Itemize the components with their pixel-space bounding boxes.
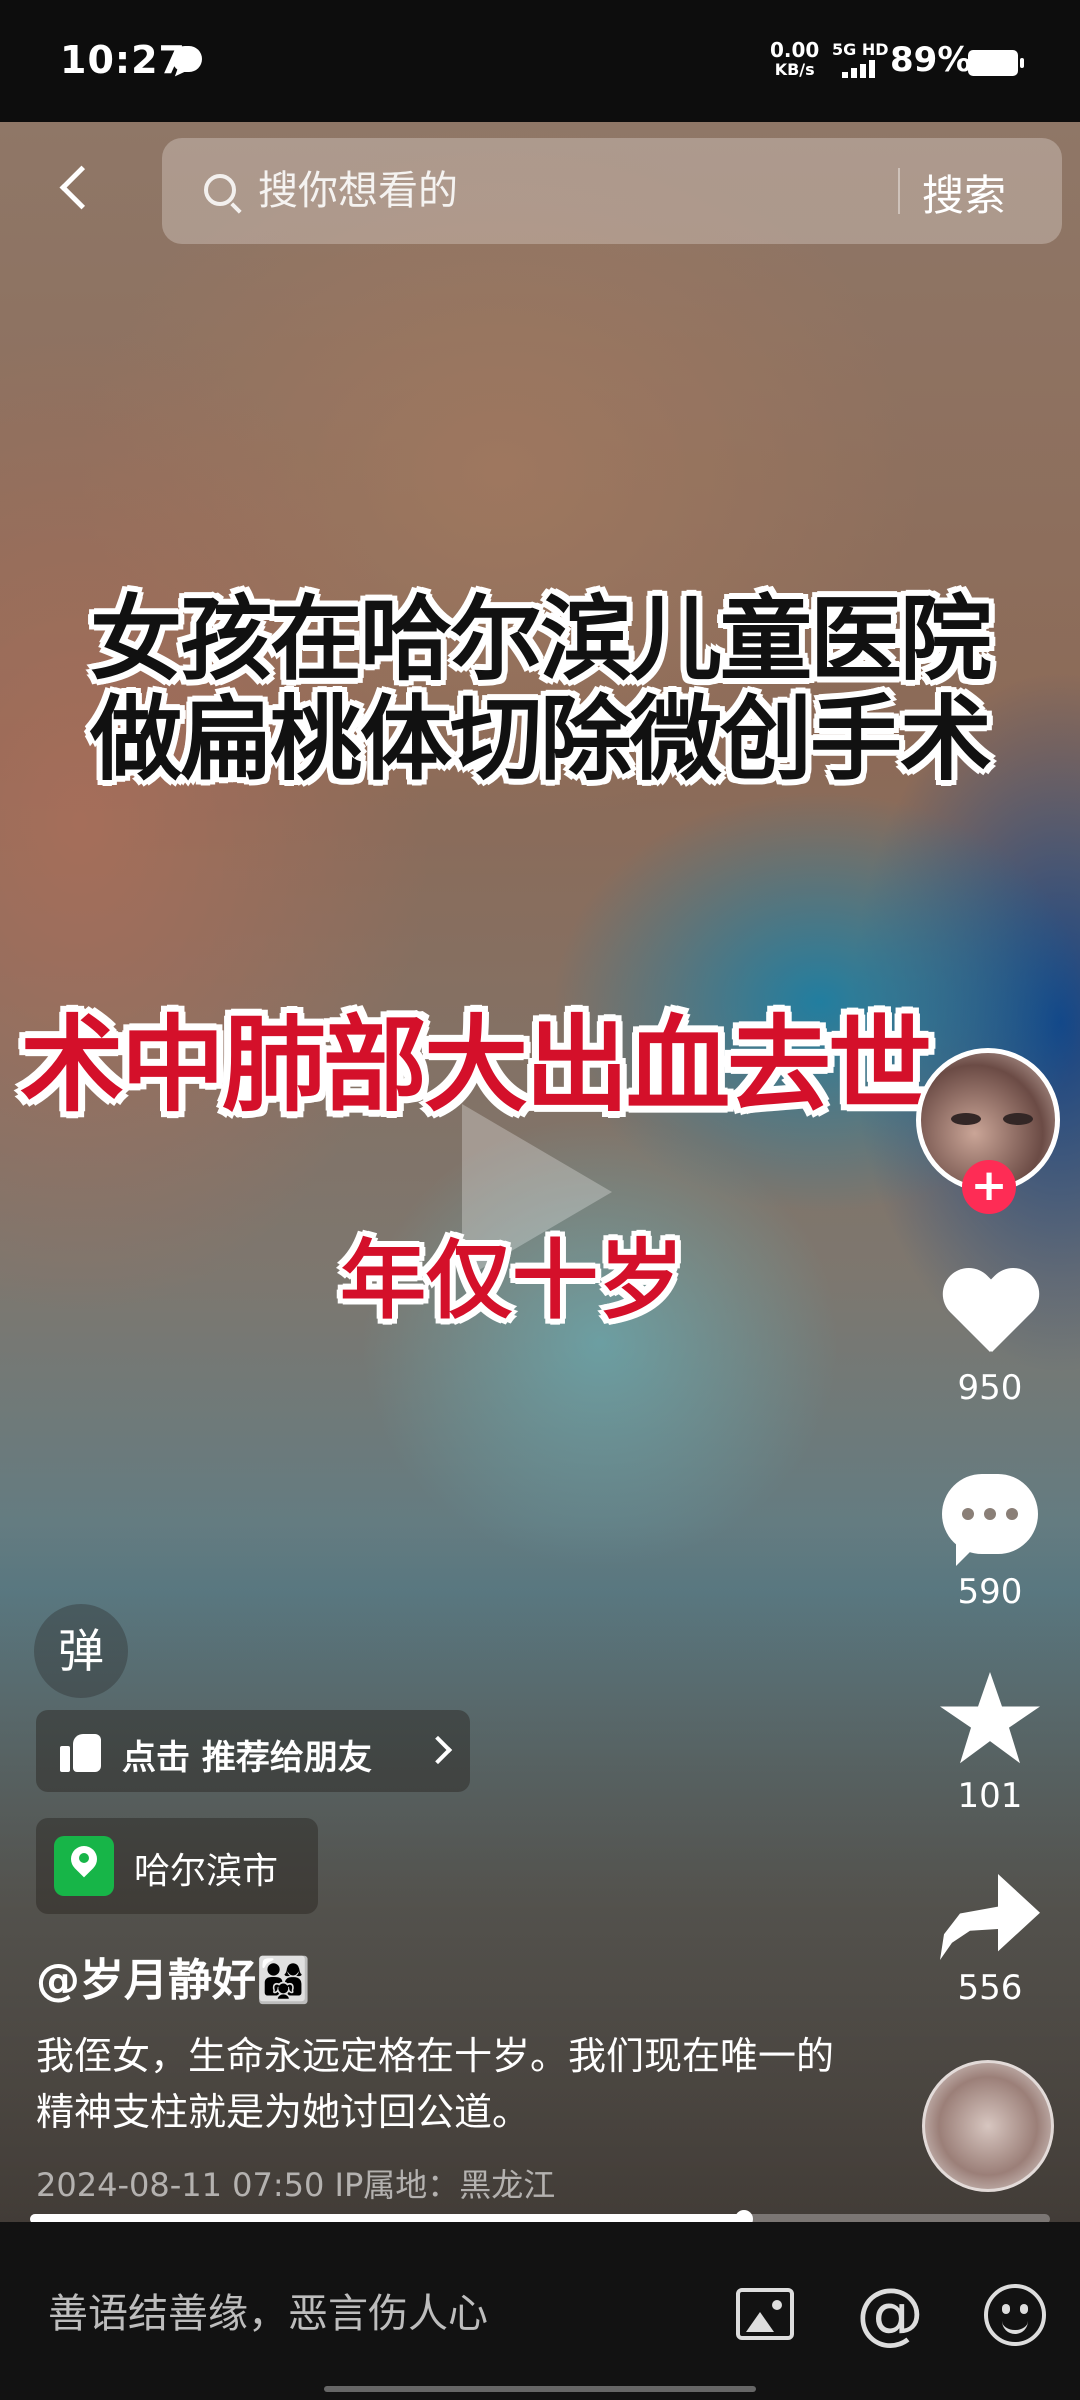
search-icon xyxy=(204,174,236,206)
search-button[interactable]: 搜索 xyxy=(922,162,1006,223)
recommend-label: 点击 推荐给朋友 xyxy=(122,1738,372,1778)
location-pin-icon xyxy=(54,1836,114,1896)
comment-button[interactable]: 590 xyxy=(920,1474,1060,1612)
network-type: 5G HD xyxy=(832,40,889,59)
favorite-button[interactable]: 101 xyxy=(920,1672,1060,1816)
author-username[interactable]: @岁月静好👨‍👩‍👧 xyxy=(36,1944,311,2008)
image-icon[interactable] xyxy=(736,2288,794,2340)
video-caption-line2: 做扁桃体切除微创手术 xyxy=(89,686,992,793)
thumbs-up-icon xyxy=(60,1730,102,1772)
network-speed-unit: KB/s xyxy=(774,60,815,79)
comment-count: 590 xyxy=(957,1572,1023,1612)
share-button[interactable]: 556 xyxy=(920,1874,1060,2008)
follow-button[interactable]: + xyxy=(962,1160,1016,1214)
chevron-right-icon xyxy=(423,1735,453,1765)
home-indicator[interactable] xyxy=(324,2386,756,2392)
comment-bar: @ xyxy=(0,2222,1080,2400)
back-button[interactable] xyxy=(48,160,108,220)
post-meta: 2024-08-11 07:50 IP属地：黑龙江 xyxy=(36,2166,556,2204)
video-caption-line1: 女孩在哈尔滨儿童医院 xyxy=(89,586,992,693)
location-label: 哈尔滨市 xyxy=(134,1851,279,1892)
music-disc[interactable] xyxy=(922,2060,1054,2192)
mention-icon[interactable]: @ xyxy=(856,2274,924,2354)
search-input[interactable] xyxy=(258,164,858,218)
search-bar[interactable]: 搜索 xyxy=(162,138,1062,244)
message-notification-icon xyxy=(172,46,202,72)
signal-icon xyxy=(842,58,882,78)
battery-percent: 89% xyxy=(890,40,972,80)
emoji-icon[interactable] xyxy=(984,2284,1046,2346)
video-caption-age: 年仅十岁 xyxy=(340,1231,684,1331)
share-count: 556 xyxy=(957,1968,1023,2008)
share-icon xyxy=(940,1874,1040,1960)
like-count: 950 xyxy=(957,1368,1023,1408)
star-icon xyxy=(940,1672,1040,1764)
location-tag[interactable]: 哈尔滨市 xyxy=(36,1818,318,1914)
status-bar: 10:27 0.00 KB/s 5G HD 89% xyxy=(0,0,1080,122)
danmaku-toggle[interactable]: 弹 xyxy=(34,1604,128,1698)
network-speed: 0.00 KB/s xyxy=(770,40,819,80)
status-time: 10:27 xyxy=(60,38,186,82)
heart-icon xyxy=(940,1270,1040,1360)
comment-input[interactable] xyxy=(48,2284,688,2344)
video-description: 我侄女，生命永远定格在十岁。我们现在唯一的精神支柱就是为她讨回公道。 xyxy=(36,2034,835,2134)
network-speed-value: 0.00 xyxy=(770,38,820,62)
battery-icon xyxy=(968,50,1024,76)
comment-icon xyxy=(942,1474,1038,1566)
like-button[interactable]: 950 xyxy=(920,1270,1060,1408)
favorite-count: 101 xyxy=(957,1776,1023,1816)
search-divider xyxy=(898,168,900,214)
recommend-to-friends-button[interactable]: 点击 推荐给朋友 xyxy=(36,1710,470,1792)
